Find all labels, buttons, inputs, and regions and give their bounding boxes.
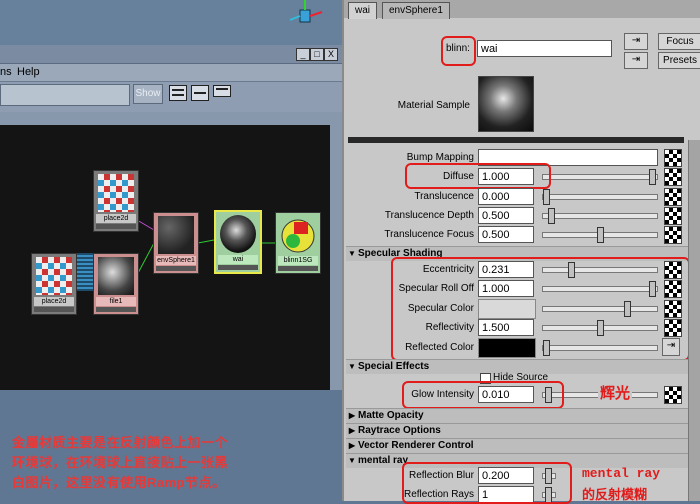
presets-arrow-button[interactable]: ⇥	[624, 52, 648, 69]
focus-button[interactable]: Focus	[658, 33, 700, 50]
scrollbar[interactable]	[688, 140, 700, 501]
show-button[interactable]: Show	[133, 84, 163, 104]
place2d-swatch	[36, 257, 72, 295]
maximize-button[interactable]: □	[310, 48, 324, 61]
node-graph[interactable]: place2d place2d file1 envSphere1 wai bli…	[0, 125, 330, 432]
transform-gizmo-icon[interactable]	[288, 0, 324, 30]
translucence-focus-label: Translucence Focus	[384, 229, 474, 240]
attribute-editor: wai envSphere1 blinn: wai ⇥ ⇥ Focus Pres…	[342, 0, 700, 504]
map-button-icon[interactable]	[664, 226, 682, 244]
highlight-type	[441, 36, 476, 66]
glow-annotation: 辉光	[598, 382, 633, 403]
tab-envsphere1[interactable]: envSphere1	[382, 2, 450, 19]
node-label: file1	[96, 297, 136, 306]
translucence-focus-slider[interactable]	[542, 227, 658, 243]
focus-arrow-button[interactable]: ⇥	[624, 33, 648, 50]
node-label: envSphere1	[156, 256, 196, 265]
hypershade-menubar: ns Help	[0, 64, 342, 82]
annotation-line-2: 环境球，在环境球上直接贴上一张黑	[12, 455, 229, 470]
node-name-field[interactable]: wai	[477, 40, 612, 57]
annotation-line-3: 白图片，这里没有使用Ramp节点。	[12, 475, 226, 490]
node-label: place2d	[96, 214, 136, 223]
expand-triangle-icon: ▼	[348, 249, 356, 258]
node-place2d-top[interactable]: place2d	[93, 170, 139, 232]
diffuse-slider[interactable]	[542, 169, 658, 185]
translucence-depth-field[interactable]: 0.500	[478, 207, 534, 224]
expand-triangle-icon: ▼	[348, 362, 356, 371]
material-sample-swatch	[478, 76, 534, 132]
hypershade-titlebar: _ □ X	[0, 45, 342, 64]
node-label: place2d	[34, 297, 74, 306]
map-button-icon[interactable]	[664, 386, 682, 404]
wai-material-swatch	[220, 215, 256, 253]
section-matte-opacity[interactable]: ▶ Matte Opacity	[346, 408, 700, 423]
translucence-depth-label: Translucence Depth	[384, 210, 474, 221]
minimize-button[interactable]: _	[296, 48, 310, 61]
node-file1[interactable]: file1	[93, 253, 139, 315]
layout-top-icon[interactable]	[191, 85, 209, 101]
connection-bundle	[77, 253, 93, 291]
section-raytrace-options[interactable]: ▶ Raytrace Options	[346, 423, 700, 438]
map-button-icon[interactable]	[664, 149, 682, 167]
slider-thumb[interactable]	[548, 208, 555, 224]
translucence-field[interactable]: 0.000	[478, 188, 534, 205]
collapse-triangle-icon: ▶	[348, 426, 356, 435]
filter-field[interactable]	[0, 84, 130, 106]
slider-thumb[interactable]	[597, 227, 604, 243]
highlight-glow	[402, 381, 564, 409]
hypershade-window: _ □ X ns Help Show place2d place2d file1…	[0, 45, 342, 432]
node-blinn1sg[interactable]: blinn1SG	[275, 212, 321, 274]
annotation-line-1: 金屬材质主要是在反射颜色上加一个	[12, 435, 229, 450]
material-sample-label: Material Sample	[397, 100, 470, 111]
collapse-triangle-icon: ▶	[348, 441, 356, 450]
node-wai[interactable]: wai	[214, 210, 262, 274]
menu-item-help[interactable]: Help	[17, 66, 40, 78]
expand-triangle-icon: ▼	[348, 456, 356, 465]
highlight-specular	[391, 257, 690, 361]
map-button-icon[interactable]	[664, 168, 682, 186]
highlight-diffuse	[405, 163, 551, 189]
translucence-label: Translucence	[414, 191, 474, 202]
presets-button[interactable]: Presets	[658, 52, 700, 69]
close-button[interactable]: X	[324, 48, 338, 61]
envsphere-swatch	[158, 216, 194, 254]
mental-ray-annotation-1: mental ray	[582, 466, 661, 481]
collapse-triangle-icon: ▶	[348, 411, 356, 420]
slider-thumb[interactable]	[543, 189, 550, 205]
section-vector-renderer[interactable]: ▶ Vector Renderer Control	[346, 438, 700, 453]
layout-icon[interactable]	[169, 85, 187, 101]
clipped-row	[348, 137, 684, 143]
node-envsphere1[interactable]: envSphere1	[153, 212, 199, 274]
highlight-mental-ray	[402, 462, 572, 504]
annotation-area: 金屬材质主要是在反射颜色上加一个 环境球，在环境球上直接贴上一张黑 白图片，这里…	[0, 390, 342, 501]
node-label: wai	[218, 255, 258, 264]
bump-mapping-label: Bump Mapping	[406, 152, 474, 163]
file-texture-swatch	[98, 257, 134, 295]
node-label: blinn1SG	[278, 256, 318, 265]
ae-tabbar: wai envSphere1	[344, 0, 700, 19]
place2d-swatch	[98, 174, 134, 212]
menu-item-partial[interactable]: ns	[0, 66, 12, 78]
translucence-depth-slider[interactable]	[542, 208, 658, 224]
map-button-icon[interactable]	[664, 188, 682, 206]
layout-bottom-icon[interactable]	[213, 85, 231, 97]
shading-group-icon	[281, 219, 315, 253]
mental-ray-annotation-2: 的反射模糊	[582, 487, 648, 502]
map-button-icon[interactable]	[664, 207, 682, 225]
slider-thumb[interactable]	[649, 169, 656, 185]
tab-wai[interactable]: wai	[348, 2, 378, 19]
translucence-focus-field[interactable]: 0.500	[478, 226, 534, 243]
node-place2d-bottom[interactable]: place2d	[31, 253, 77, 315]
translucence-slider[interactable]	[542, 189, 658, 205]
